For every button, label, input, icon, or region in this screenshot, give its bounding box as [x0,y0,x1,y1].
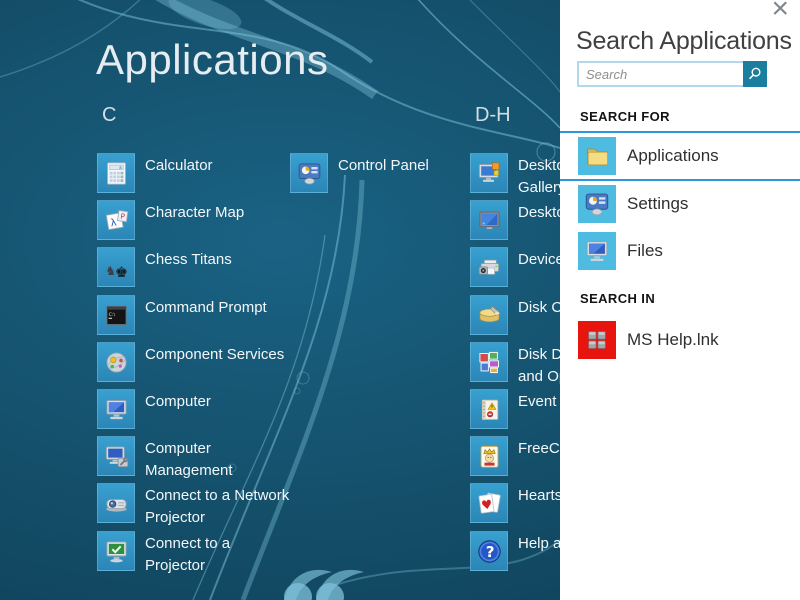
search-for-item-files[interactable]: Files [560,227,800,274]
app-label: Calculator [145,153,213,193]
calculator-icon: 8 [97,153,135,193]
character-map-icon: λP [97,200,135,240]
panel-item-label: Applications [627,146,719,166]
search-bar [577,61,767,87]
app-label: Connect to aProjector [145,531,230,577]
search-for-header: SEARCH FOR [580,109,670,124]
app-label: Hearts [518,483,562,523]
svg-text:♚: ♚ [114,264,127,281]
group-header-d-h: D-H [475,104,511,127]
search-in-header: SEARCH IN [580,291,655,306]
app-item-component-services[interactable]: Component Services [97,342,322,382]
svg-text:C:\: C:\ [108,312,115,318]
app-item-computer-management[interactable]: ComputerManagement [97,436,322,482]
panel-item-label: Settings [627,194,688,214]
panel-item-label: Files [627,241,663,261]
search-panel: × Search Applications SEARCH FOR Applica… [560,0,800,600]
page-title: Applications [96,36,328,84]
app-item-calculator[interactable]: 8Calculator [97,153,322,193]
app-label: Chess Titans [145,247,232,287]
search-for-item-applications[interactable]: Applications [560,131,800,181]
desktop-gadget-icon [470,153,508,193]
search-for-item-settings[interactable]: Settings [560,180,800,227]
app-item-character-map[interactable]: λPCharacter Map [97,200,322,240]
defrag-icon [470,342,508,382]
search-icon [745,64,765,84]
desktop-lnk-icon [470,200,508,240]
hearts-icon: ♥ [470,483,508,523]
svg-text:?: ? [485,542,494,560]
app-item-chess-titans[interactable]: ♞♚Chess Titans [97,247,322,287]
app-item-computer[interactable]: Computer [97,389,322,429]
computer-icon [97,389,135,429]
help-icon: ? [470,531,508,571]
app-label: Connect to a NetworkProjector [145,483,289,529]
applications-folder-icon [578,137,616,175]
svg-text:♥: ♥ [480,497,493,512]
search-panel-title: Search Applications [576,27,792,56]
close-icon[interactable]: × [771,0,789,24]
component-services-icon [97,342,135,382]
search-in-item-ms-help-lnk[interactable]: MS Help.lnk [560,316,800,363]
app-label: Character Map [145,200,244,240]
app-label: Command Prompt [145,295,267,335]
control-panel-icon [290,153,328,193]
event-viewer-icon [470,389,508,429]
search-button[interactable] [743,61,767,87]
settings-icon [578,185,616,223]
app-label: Computer [145,389,211,429]
network-projector-icon [97,483,135,523]
chess-titans-icon: ♞♚ [97,247,135,287]
freecell-icon [470,436,508,476]
app-label: ComputerManagement [145,436,233,482]
devices-printers-icon [470,247,508,287]
search-input[interactable] [577,61,743,87]
group-header-c: C [102,104,116,127]
app-label: Component Services [145,342,284,382]
command-prompt-icon: C:\ [97,295,135,335]
files-icon [578,232,616,270]
disk-cleanup-icon [470,295,508,335]
computer-management-icon [97,436,135,476]
app-item-connect-to-a-network-projector[interactable]: Connect to a NetworkProjector [97,483,322,529]
app-label: Control Panel [338,153,429,193]
app-item-connect-to-a-projector[interactable]: Connect to aProjector [97,531,322,577]
app-item-command-prompt[interactable]: C:\ Command Prompt [97,295,322,335]
panel-item-label: MS Help.lnk [627,330,719,350]
ms-help-icon [578,321,616,359]
start-screen: Applications C8CalculatorλPCharacter Map… [0,0,800,600]
connect-projector-icon [97,531,135,571]
